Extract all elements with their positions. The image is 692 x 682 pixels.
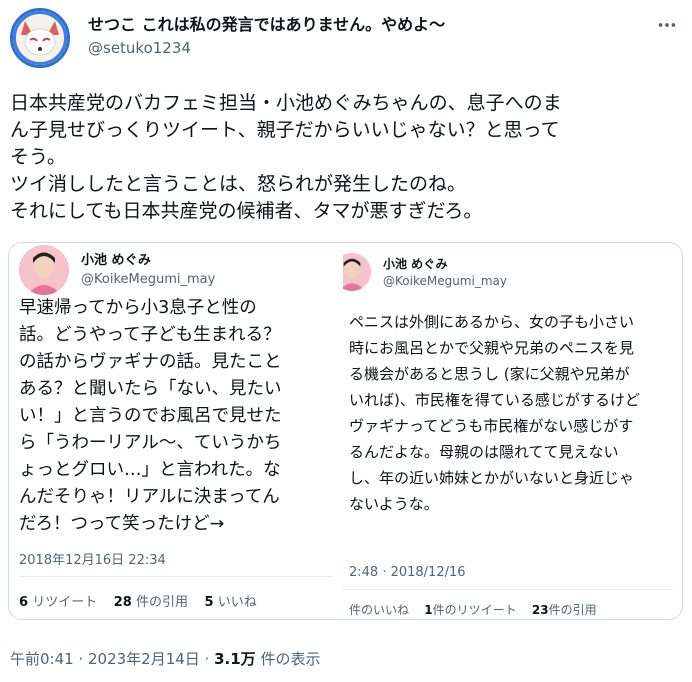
attached-image[interactable]: 小池 めぐみ @KoikeMegumi_may 早速帰ってから小3息子と性の 話… [8, 242, 683, 620]
retweets-count: 6 [19, 595, 29, 610]
views-count: 3.1万 [214, 650, 256, 668]
divider [343, 589, 674, 590]
quoted-author-handle: @KoikeMegumi_may [383, 274, 507, 288]
quoted-tweet-body: 早速帰ってから小3息子と性の 話。どうやって子ども生まれる？ の話からヴァギナの… [19, 298, 282, 534]
quoted-author-handle: @KoikeMegumi_may [81, 272, 216, 287]
quotes-label: 件の引用 [548, 603, 597, 617]
more-horizontal-icon [658, 23, 676, 27]
tweet-text: 日本共産党のバカフェミ担当・小池めぐみちゃんの、息子へのま ん子見せびっくりツイ… [10, 92, 562, 222]
quoted-tweet-body: ペニスは外側にあるから、女の子も小さい 時にお風呂とかで父親や兄弟のペニスを見 … [349, 313, 640, 513]
likes-label: いいね [217, 595, 257, 610]
person-avatar-icon [343, 253, 371, 291]
quoted-tweet-date: 2018年12月16日 22:34 [19, 553, 166, 568]
author-avatar[interactable] [10, 8, 70, 68]
divider [19, 576, 333, 577]
likes-count: 5 [204, 595, 214, 610]
quoted-tweet-right: 小池 めぐみ @KoikeMegumi_may ペニスは外側にあるから、女の子も… [343, 243, 682, 619]
quoted-tweet-stats: 6 リツイート 28 件の引用 5 いいね [19, 591, 257, 610]
author-handle[interactable]: @setuko1234 [88, 39, 191, 57]
tweet-meta: 午前0:41 · 2023年2月14日 · 3.1万 件の表示 [10, 648, 320, 669]
quotes-label: 件の引用 [135, 595, 188, 610]
quotes-count: 28 [113, 595, 132, 610]
more-options-button[interactable] [652, 10, 682, 40]
quoted-tweet-left: 小池 めぐみ @KoikeMegumi_may 早速帰ってから小3息子と性の 話… [9, 243, 344, 619]
tweet-timestamp[interactable]: 午前0:41 · 2023年2月14日 · [10, 650, 214, 668]
retweets-count: 1 [424, 603, 433, 617]
quotes-count: 23 [531, 603, 549, 617]
retweets-label: リツイート [32, 595, 98, 610]
author-display-name[interactable]: せつこ これは私の発言ではありません。やめよ〜 [88, 11, 445, 35]
views-label: 件の表示 [255, 650, 321, 668]
quoted-tweet-stats: 件のいいね 1件のリツイート 23件の引用 [349, 601, 597, 618]
likes-label: 件のいいね [349, 603, 410, 617]
retweets-label: 件のリツイート [432, 603, 517, 617]
person-avatar-icon [19, 245, 69, 295]
quoted-tweet-date: 2:48 · 2018/12/16 [349, 565, 466, 580]
quoted-author-name: 小池 めぐみ [383, 257, 448, 271]
fox-mask-avatar-icon [13, 11, 67, 65]
koike-avatar-small [343, 253, 371, 291]
koike-avatar [19, 245, 69, 295]
quoted-author-name: 小池 めぐみ [81, 253, 151, 268]
